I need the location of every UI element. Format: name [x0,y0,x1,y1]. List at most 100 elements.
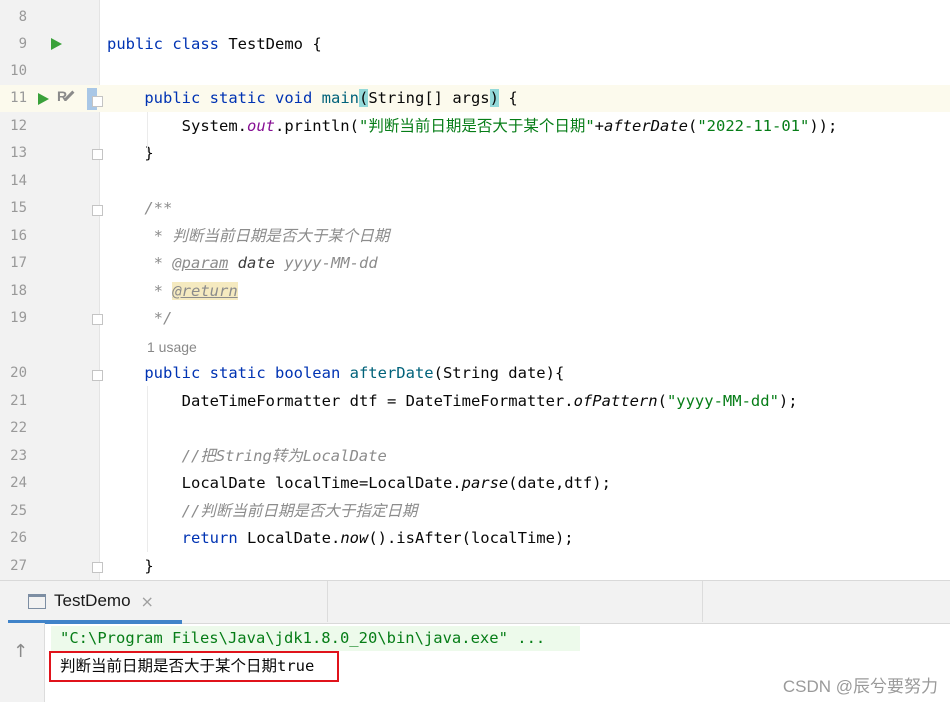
code-token: ( [657,392,667,410]
code-token: String[] args [368,89,490,107]
close-icon[interactable]: × [141,592,154,611]
code-token: ().isAfter(localTime); [368,529,574,547]
fold-icon[interactable] [92,314,103,325]
code-line[interactable]: 9 public class TestDemo { [0,31,950,58]
code-token: afterDate [349,364,434,382]
fold-icon[interactable] [92,149,103,160]
code-token: void [274,89,322,107]
line-number: 13 [10,145,27,161]
tab-label: TestDemo [54,591,131,610]
line-number: 11 [10,90,27,106]
line-number: 15 [10,200,27,216]
code-text[interactable]: * @param date yyyy-MM-dd [107,250,378,277]
code-text[interactable]: public static boolean afterDate(String d… [107,360,564,387]
code-token: LocalDate localTime=LocalDate. [107,474,462,492]
line-number: 23 [10,448,27,464]
header-divider [702,581,703,622]
code-line[interactable]: 10 [0,58,950,85]
up-arrow-icon[interactable]: ↑ [13,641,28,662]
code-token: LocalDate. [246,529,341,547]
code-line[interactable]: 18 * @return [0,278,950,305]
code-line[interactable]: 13 } [0,140,950,167]
indent-guide [147,386,148,552]
code-line[interactable]: 21 DateTimeFormatter dtf = DateTimeForma… [0,388,950,415]
run-class-icon[interactable] [51,38,62,50]
code-token: * 判断当前日期是否大于某个日期 [107,227,390,245]
code-token: boolean [274,364,350,382]
code-line[interactable]: 11 public static void main(String[] args… [0,85,950,112]
code-line[interactable]: 17 * @param date yyyy-MM-dd [0,250,950,277]
code-line[interactable]: 23 //把String转为LocalDate [0,443,950,470]
code-token: "判断当前日期是否大于某个日期" [358,117,595,135]
code-token: "2022-11-01" [697,117,810,135]
code-line[interactable]: 19 */ [0,305,950,332]
code-line[interactable]: 26 return LocalDate.now().isAfter(localT… [0,525,950,552]
run-main-icon[interactable] [38,93,49,105]
code-text[interactable]: */ [107,305,173,332]
code-token: .println( [274,117,359,135]
header-divider [327,581,328,622]
code-editor[interactable]: 8 9 public class TestDemo { 10 11 public sta… [0,0,950,580]
fold-icon[interactable] [92,370,103,381]
code-line[interactable]: 24 LocalDate localTime=LocalDate.parse(d… [0,470,950,497]
code-token: public [144,89,210,107]
code-line[interactable]: 22 [0,415,950,442]
code-text[interactable]: * @return [107,278,238,305]
code-text[interactable]: System.out.println("判断当前日期是否大于某个日期"+afte… [107,113,838,140]
fold-icon[interactable] [92,562,103,573]
code-token: (date,dtf); [508,474,611,492]
line-number: 12 [10,118,27,134]
code-token: (String date){ [433,364,565,382]
code-token: return [181,529,247,547]
code-line[interactable]: 25 //判断当前日期是否大于指定日期 [0,498,950,525]
code-text[interactable]: public static void main(String[] args) { [107,85,518,112]
code-text[interactable]: DateTimeFormatter dtf = DateTimeFormatte… [107,388,798,415]
code-token: ofPattern [573,392,658,410]
code-line[interactable]: 12 System.out.println("判断当前日期是否大于某个日期"+a… [0,113,950,140]
code-text[interactable]: return LocalDate.now().isAfter(localTime… [107,525,574,552]
code-line[interactable]: 14 [0,168,950,195]
code-text[interactable]: public class TestDemo { [107,31,322,58]
usage-hint[interactable]: 1 usage [147,334,197,361]
code-line[interactable]: 15 /** [0,195,950,222]
code-text[interactable]: LocalDate localTime=LocalDate.parse(date… [107,470,611,497]
line-number: 20 [10,365,27,381]
code-token: afterDate [604,117,688,135]
line-number: 9 [18,36,27,52]
line-number: 8 [18,9,27,25]
code-line[interactable]: 16 * 判断当前日期是否大于某个日期 [0,223,950,250]
code-line[interactable]: 27 } [0,553,950,580]
line-number: 27 [10,558,27,574]
code-token: { [499,89,518,107]
run-tab-testdemo[interactable]: TestDemo × [8,581,154,621]
code-token: //判断当前日期是否大于指定日期 [181,502,418,520]
fold-icon[interactable] [92,96,103,107]
code-token: class [172,35,229,53]
line-number: 25 [10,503,27,519]
code-line[interactable]: 8 [0,4,950,31]
console-icon [28,593,46,609]
code-text[interactable]: } [107,553,153,580]
run-tool-window-header: TestDemo × [0,580,950,624]
code-token: ) [489,89,499,107]
code-token: */ [107,309,173,327]
code-text[interactable]: //判断当前日期是否大于指定日期 [107,498,418,525]
code-text[interactable]: /** [107,195,172,222]
code-line[interactable]: 20 public static boolean afterDate(Strin… [0,360,950,387]
line-number: 10 [10,63,27,79]
code-text[interactable]: //把String转为LocalDate [107,443,387,470]
code-token: date [237,254,275,272]
code-token: now [340,529,369,547]
console-output-line: 判断当前日期是否大于某个日期true [60,657,315,675]
code-token: out [246,117,275,135]
fold-icon[interactable] [92,205,103,216]
code-token: * [107,282,173,300]
console-command-line[interactable]: "C:\Program Files\Java\jdk1.8.0_20\bin\j… [60,626,545,651]
code-token: DateTimeFormatter dtf = DateTimeFormatte… [107,392,574,410]
code-text[interactable]: * 判断当前日期是否大于某个日期 [107,223,390,250]
